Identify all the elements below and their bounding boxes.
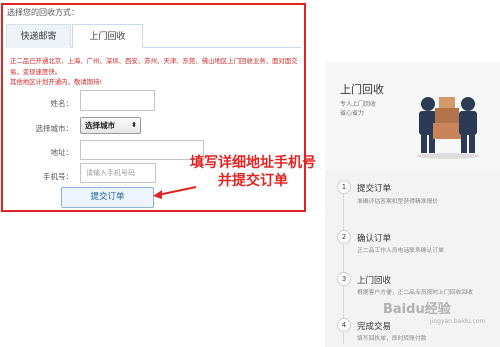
name-input[interactable] xyxy=(80,90,155,111)
step-number: 3 xyxy=(337,272,351,286)
step-title: 完成交易 xyxy=(357,322,392,332)
name-label: 姓名： xyxy=(50,99,74,108)
step-description: 正二品工作人员电话联系确认订单 xyxy=(357,248,444,254)
city-select-value: 选择城市 xyxy=(85,121,115,130)
step-title: 上门回收 xyxy=(357,276,392,286)
process-subtitle: 省心省力 xyxy=(340,110,365,117)
phone-label: 手机号： xyxy=(43,172,73,181)
baidu-watermark-url: jingyan.baidu.com xyxy=(430,318,486,325)
submit-order-button[interactable]: 提交订单 xyxy=(61,187,154,208)
service-area-notice: 正二品已开通北京、上海、广州、深圳、西安、苏州、天津、东莞、佛山地区上门回收业务… xyxy=(10,56,300,88)
movers-illustration-icon xyxy=(416,97,480,159)
notice-line: 其他地区计划开通内，敬请期待! xyxy=(10,78,103,86)
annotation-line: 填写详细地址手机号 xyxy=(190,155,316,171)
notice-line: 易，变现速度快。 xyxy=(10,67,62,76)
red-arrow-icon xyxy=(153,186,197,199)
step-number: 4 xyxy=(337,318,351,332)
step-title: 提交订单 xyxy=(357,184,392,194)
baidu-watermark: Baidu经验 xyxy=(383,302,451,317)
step-number: 2 xyxy=(337,230,351,244)
step-title: 确认订单 xyxy=(357,234,392,244)
process-header: 上门回收 专人上门回收 省心省力 xyxy=(325,62,500,170)
city-select[interactable]: 选择城市 ⬍ xyxy=(80,117,141,134)
process-title: 上门回收 xyxy=(340,83,384,96)
recycle-method-tabs: 快递邮寄 上门回收 xyxy=(6,24,301,48)
notice-line: 正二品已开通北京、上海、广州、深圳、西安、苏州、天津、东莞、佛山地区上门回收业务… xyxy=(10,57,298,65)
address-label: 地址： xyxy=(50,148,74,157)
step-number: 1 xyxy=(337,180,351,194)
tab-home-pickup[interactable]: 上门回收 xyxy=(72,24,143,48)
step-description: 填写回执单，即时转账付款 xyxy=(357,336,427,342)
recycle-method-heading: 选择您的回收方式： xyxy=(7,8,79,17)
tab-express-mail[interactable]: 快递邮寄 xyxy=(6,24,71,48)
phone-input[interactable]: 请输入手机号码 xyxy=(80,163,156,183)
step-description: 准确评估答案机型获得精准报价 xyxy=(357,199,439,205)
city-label: 选择城市： xyxy=(35,124,74,133)
step-description: 根据客户方便，正二品专员按时上门回收回收 xyxy=(357,290,473,296)
updown-arrow-icon: ⬍ xyxy=(131,121,137,129)
process-subtitle: 专人上门回收 xyxy=(340,101,377,108)
